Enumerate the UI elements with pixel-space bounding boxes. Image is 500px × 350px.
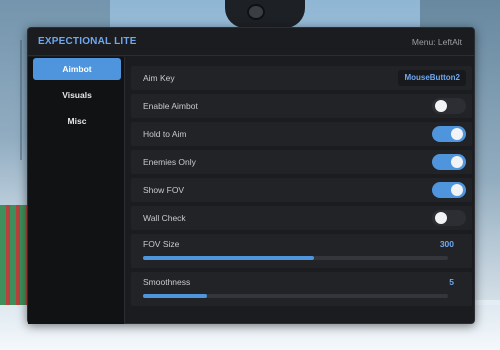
hold-to-aim-row: Hold to Aim [131, 122, 472, 146]
background-character [225, 0, 305, 28]
enable-aimbot-label: Enable Aimbot [143, 101, 198, 111]
tab-misc[interactable]: Misc [33, 110, 121, 132]
sidebar: Aimbot Visuals Misc [28, 57, 125, 324]
toggle-knob [451, 128, 463, 140]
background-branch [20, 40, 22, 160]
hold-to-aim-toggle[interactable] [432, 126, 466, 142]
menu-keybind-hint: Menu: LeftAlt [411, 37, 462, 47]
aim-key-row: Aim Key MouseButton2 [131, 66, 472, 90]
hold-to-aim-label: Hold to Aim [143, 129, 187, 139]
smoothness-label: Smoothness [143, 277, 191, 287]
fov-size-slider[interactable] [143, 256, 448, 260]
smoothness-slider[interactable] [143, 294, 448, 298]
wall-check-label: Wall Check [143, 213, 186, 223]
toggle-knob [451, 156, 463, 168]
enable-aimbot-row: Enable Aimbot [131, 94, 472, 118]
fov-size-label: FOV Size [143, 239, 180, 249]
toggle-knob [435, 100, 447, 112]
tab-aimbot[interactable]: Aimbot [33, 58, 121, 80]
toggle-knob [451, 184, 463, 196]
fov-size-row: FOV Size 300 [131, 234, 472, 268]
show-fov-row: Show FOV [131, 178, 472, 202]
window-title: EXPECTIONAL LITE [38, 36, 137, 47]
smoothness-value: 5 [449, 277, 454, 287]
wall-check-row: Wall Check [131, 206, 472, 230]
title-bar[interactable]: EXPECTIONAL LITE Menu: LeftAlt [28, 28, 474, 56]
show-fov-toggle[interactable] [432, 182, 466, 198]
wall-check-toggle[interactable] [432, 210, 466, 226]
aim-key-keybind-button[interactable]: MouseButton2 [398, 70, 466, 86]
enable-aimbot-toggle[interactable] [432, 98, 466, 114]
smoothness-slider-fill [143, 294, 208, 298]
toggle-knob [435, 212, 447, 224]
enemies-only-row: Enemies Only [131, 150, 472, 174]
fov-size-slider-fill [143, 256, 314, 260]
gas-mask-icon [247, 4, 265, 20]
tab-visuals[interactable]: Visuals [33, 84, 121, 106]
menu-window: EXPECTIONAL LITE Menu: LeftAlt Aimbot Vi… [27, 27, 475, 324]
enemies-only-label: Enemies Only [143, 157, 196, 167]
aim-key-label: Aim Key [143, 73, 175, 83]
smoothness-row: Smoothness 5 [131, 272, 472, 306]
enemies-only-toggle[interactable] [432, 154, 466, 170]
fov-size-value: 300 [439, 239, 454, 249]
show-fov-label: Show FOV [143, 185, 185, 195]
